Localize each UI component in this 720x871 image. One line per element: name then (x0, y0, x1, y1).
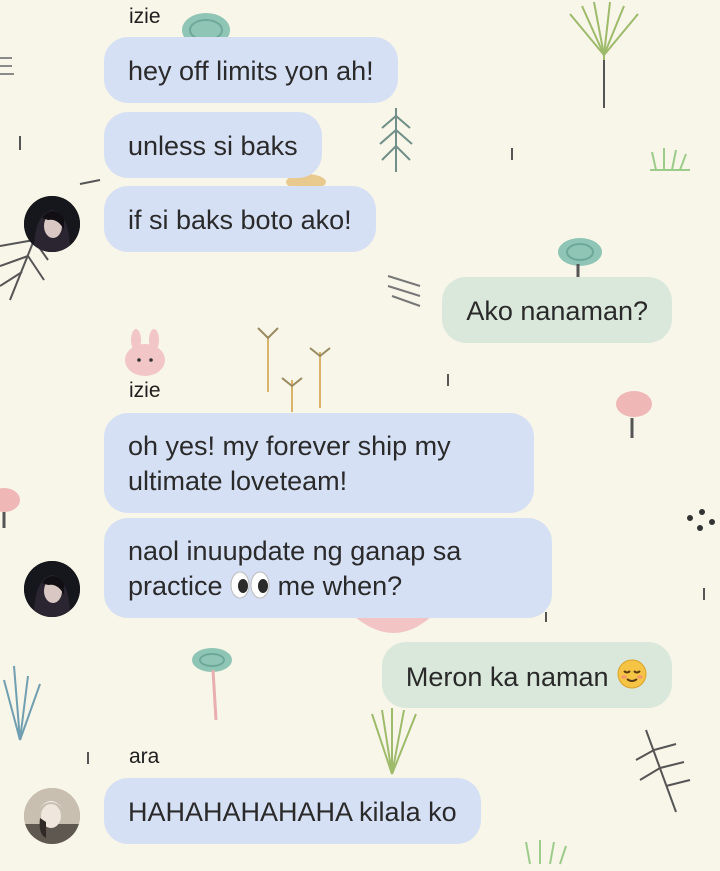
sender-name: ara (129, 745, 160, 768)
message-text: HAHAHAHAHAHA kilala ko (128, 797, 457, 827)
avatar-photo (24, 788, 80, 844)
message-text-line: ultimate loveteam! (128, 466, 348, 496)
message-text-line: naol inuupdate ng ganap sa (128, 536, 462, 566)
message-text: if si baks boto ako! (128, 205, 352, 235)
avatar-photo (24, 196, 80, 252)
message-text-line: practice me when? (128, 569, 528, 604)
avatar[interactable] (24, 196, 80, 252)
avatar[interactable] (24, 788, 80, 844)
sender-name: izie (129, 5, 161, 28)
message-text: Ako nanaman? (466, 296, 648, 326)
message-text: Meron ka naman (405, 662, 609, 692)
message-text-line: oh yes! my forever ship my (128, 431, 451, 461)
message-bubble-incoming[interactable]: if si baks boto ako! (104, 186, 376, 252)
relieved-face-emoji-icon (617, 659, 647, 689)
message-bubble-outgoing[interactable]: Meron ka naman (381, 642, 672, 708)
message-text: hey off limits yon ah! (128, 56, 374, 86)
avatar-photo (24, 561, 80, 617)
message-text: unless si baks (128, 131, 298, 161)
message-text: practice (128, 571, 223, 601)
message-bubble-outgoing[interactable]: Ako nanaman? (442, 277, 672, 343)
message-bubble-incoming[interactable]: oh yes! my forever ship my ultimate love… (104, 413, 534, 513)
eyes-emoji-icon (230, 571, 270, 599)
message-bubble-incoming[interactable]: unless si baks (104, 112, 322, 178)
avatar[interactable] (24, 561, 80, 617)
chat-thread[interactable]: izie hey off limits yon ah! unless si ba… (0, 0, 720, 871)
sender-name: izie (129, 379, 161, 402)
message-bubble-incoming[interactable]: naol inuupdate ng ganap sa practice me w… (104, 518, 552, 618)
message-text: me when? (277, 571, 403, 601)
message-bubble-incoming[interactable]: hey off limits yon ah! (104, 37, 398, 103)
message-bubble-incoming[interactable]: HAHAHAHAHAHA kilala ko (104, 778, 481, 844)
